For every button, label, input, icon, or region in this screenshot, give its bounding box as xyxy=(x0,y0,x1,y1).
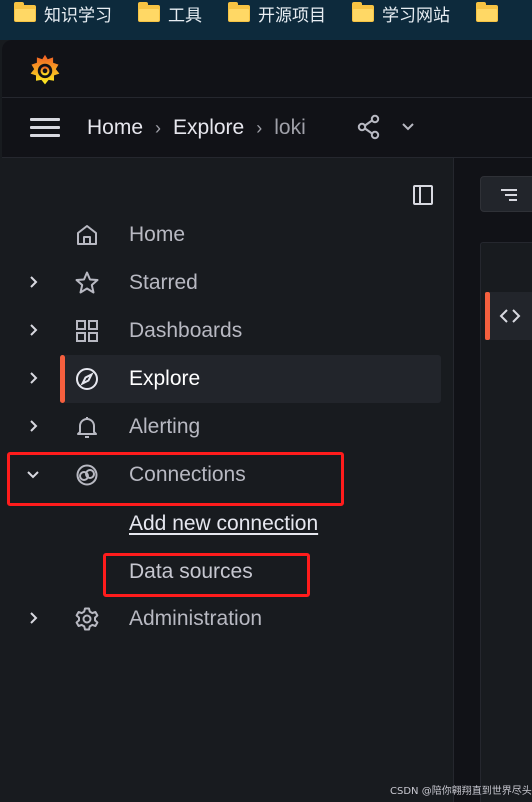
home-icon xyxy=(77,225,97,245)
nav-item-explore[interactable]: Explore xyxy=(2,355,454,403)
dock-menu-icon[interactable] xyxy=(412,184,434,206)
bookmarks-bar: 知识学习 工具 开源项目 学习网站 xyxy=(0,0,532,26)
highlight-annotation-data-sources xyxy=(103,553,310,597)
bell-icon xyxy=(77,417,97,438)
breadcrumb-current: loki xyxy=(274,116,306,139)
query-row-indicator xyxy=(485,292,490,340)
list-icon xyxy=(501,189,517,201)
active-indicator xyxy=(60,355,65,403)
bookmark-knowledge[interactable]: 知识学习 xyxy=(14,1,112,26)
chevron-right-icon[interactable] xyxy=(26,371,40,385)
breadcrumb-separator: › xyxy=(256,117,263,138)
nav-item-home[interactable]: Home xyxy=(2,211,454,259)
nav-item-alerting[interactable]: Alerting xyxy=(2,403,454,451)
folder-icon xyxy=(14,1,36,22)
chevron-right-icon[interactable] xyxy=(26,323,40,337)
code-icon xyxy=(499,309,521,323)
compass-icon xyxy=(76,368,98,390)
share-icon[interactable] xyxy=(356,114,382,140)
menu-toggle-icon[interactable] xyxy=(30,118,60,138)
chevron-right-icon[interactable] xyxy=(26,275,40,289)
nav-item-administration[interactable]: Administration xyxy=(2,595,454,643)
star-icon xyxy=(75,271,99,294)
nav-label: Explore xyxy=(129,367,201,390)
nav-label: Starred xyxy=(129,271,198,294)
nav-subitem-add-new-connection[interactable]: Add new connection xyxy=(129,512,318,536)
top-bar xyxy=(2,40,532,98)
nav-label: Alerting xyxy=(129,415,201,438)
chevron-right-icon[interactable] xyxy=(26,611,40,625)
watermark: CSDN @陪你翱翔直到世界尽头 xyxy=(390,786,532,797)
highlight-annotation-connections xyxy=(7,452,344,506)
window-frame xyxy=(0,26,532,40)
grafana-app: Home › Explore › loki Home Starred Dashb… xyxy=(2,40,532,802)
nav-label: Home xyxy=(129,223,186,246)
bookmark-overflow[interactable] xyxy=(476,1,498,22)
outline-toggle-button[interactable] xyxy=(480,176,532,212)
breadcrumb-explore[interactable]: Explore xyxy=(173,116,244,140)
grafana-logo-icon[interactable] xyxy=(26,52,64,88)
dashboards-icon xyxy=(76,320,98,342)
folder-icon xyxy=(228,1,250,22)
breadcrumb-separator: › xyxy=(155,117,162,138)
folder-icon xyxy=(138,1,160,22)
explore-pane xyxy=(455,158,532,802)
nav-item-dashboards[interactable]: Dashboards xyxy=(2,307,454,355)
bookmark-tools[interactable]: 工具 xyxy=(138,1,202,26)
bookmark-label: 工具 xyxy=(168,5,202,25)
gear-icon xyxy=(75,607,99,631)
folder-icon xyxy=(476,1,498,22)
bookmark-label: 知识学习 xyxy=(44,5,112,25)
bookmark-label: 开源项目 xyxy=(258,5,326,25)
breadcrumb-home[interactable]: Home xyxy=(87,116,143,140)
nav-sidebar: Home Starred Dashboards Explore Alerting… xyxy=(2,158,454,802)
bookmark-label: 学习网站 xyxy=(382,5,450,25)
breadcrumb: Home › Explore › loki xyxy=(87,116,306,140)
bookmark-open-source[interactable]: 开源项目 xyxy=(228,1,326,26)
nav-label: Dashboards xyxy=(129,319,243,342)
bookmark-learning-sites[interactable]: 学习网站 xyxy=(352,1,450,26)
folder-icon xyxy=(352,1,374,22)
breadcrumb-bar: Home › Explore › loki xyxy=(2,98,532,158)
nav-item-starred[interactable]: Starred xyxy=(2,259,454,307)
query-row[interactable] xyxy=(485,292,532,340)
nav-label: Administration xyxy=(129,607,263,630)
chevron-right-icon[interactable] xyxy=(26,419,40,433)
chevron-down-icon[interactable] xyxy=(400,119,416,135)
active-highlight xyxy=(60,355,441,403)
